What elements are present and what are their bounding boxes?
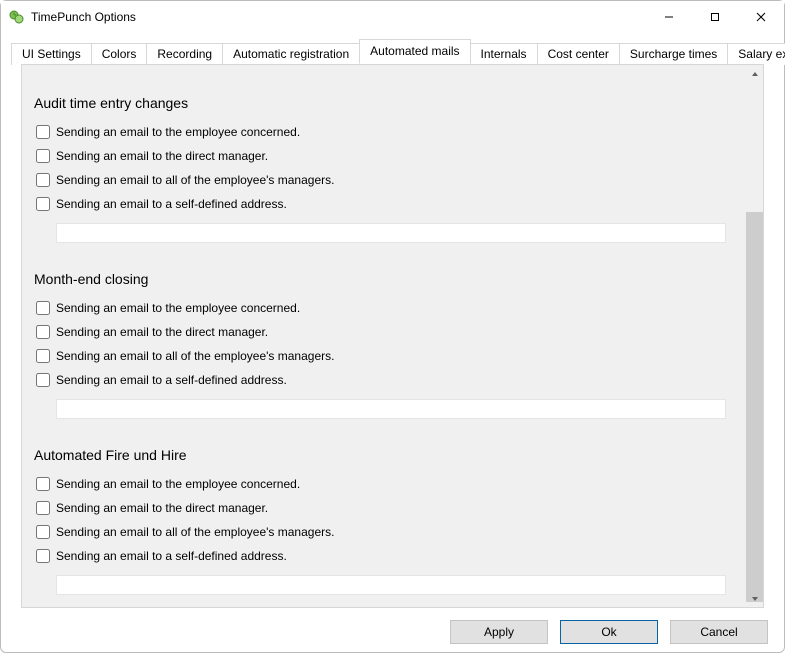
monthend-chk-all-managers[interactable] [36,349,50,363]
tab-internals[interactable]: Internals [470,43,538,65]
monthend-address-input[interactable] [56,399,726,419]
audit-address-input[interactable] [56,223,726,243]
firehire-lbl-all-managers[interactable]: Sending an email to all of the employee'… [56,525,334,539]
vertical-scrollbar[interactable] [746,65,763,607]
close-button[interactable] [738,1,784,33]
audit-lbl-employee[interactable]: Sending an email to the employee concern… [56,125,300,139]
scroll-down-arrow-icon[interactable] [746,590,763,607]
section-title-monthend: Month-end closing [34,271,726,287]
firehire-opt-manager: Sending an email to the direct manager. [34,501,726,515]
tab-colors[interactable]: Colors [91,43,148,65]
monthend-chk-manager[interactable] [36,325,50,339]
audit-lbl-self-address[interactable]: Sending an email to a self-defined addre… [56,197,287,211]
monthend-lbl-all-managers[interactable]: Sending an email to all of the employee'… [56,349,334,363]
tab-cost-center[interactable]: Cost center [537,43,620,65]
scroll-thumb[interactable] [746,212,763,602]
monthend-opt-self-address: Sending an email to a self-defined addre… [34,373,726,387]
dialog-footer: Apply Ok Cancel [1,608,784,656]
window-title: TimePunch Options [31,10,646,24]
monthend-opt-all-managers: Sending an email to all of the employee'… [34,349,726,363]
audit-opt-employee: Sending an email to the employee concern… [34,125,726,139]
firehire-chk-self-address[interactable] [36,549,50,563]
tab-panel: Audit time entry changes Sending an emai… [21,64,764,608]
panel-content: Audit time entry changes Sending an emai… [22,65,746,607]
audit-opt-manager: Sending an email to the direct manager. [34,149,726,163]
audit-opt-all-managers: Sending an email to all of the employee'… [34,173,726,187]
firehire-lbl-manager[interactable]: Sending an email to the direct manager. [56,501,268,515]
scroll-up-arrow-icon[interactable] [746,65,763,82]
tab-ui-settings[interactable]: UI Settings [11,43,92,65]
tab-recording[interactable]: Recording [146,43,223,65]
firehire-chk-manager[interactable] [36,501,50,515]
firehire-opt-all-managers: Sending an email to all of the employee'… [34,525,726,539]
cancel-button[interactable]: Cancel [670,620,768,644]
app-icon [9,9,25,25]
minimize-button[interactable] [646,1,692,33]
scroll-track[interactable] [746,82,763,590]
firehire-opt-self-address: Sending an email to a self-defined addre… [34,549,726,563]
firehire-chk-employee[interactable] [36,477,50,491]
audit-lbl-all-managers[interactable]: Sending an email to all of the employee'… [56,173,334,187]
tabs: UI Settings Colors Recording Automatic r… [11,39,774,64]
window-buttons [646,1,784,33]
monthend-lbl-manager[interactable]: Sending an email to the direct manager. [56,325,268,339]
monthend-lbl-self-address[interactable]: Sending an email to a self-defined addre… [56,373,287,387]
tab-salary-export[interactable]: Salary export [727,43,785,65]
audit-chk-employee[interactable] [36,125,50,139]
section-title-audit: Audit time entry changes [34,95,726,111]
firehire-opt-employee: Sending an email to the employee concern… [34,477,726,491]
firehire-lbl-employee[interactable]: Sending an email to the employee concern… [56,477,300,491]
firehire-chk-all-managers[interactable] [36,525,50,539]
tabs-container: UI Settings Colors Recording Automatic r… [1,33,784,608]
audit-lbl-manager[interactable]: Sending an email to the direct manager. [56,149,268,163]
firehire-address-input[interactable] [56,575,726,595]
monthend-opt-employee: Sending an email to the employee concern… [34,301,726,315]
monthend-lbl-employee[interactable]: Sending an email to the employee concern… [56,301,300,315]
apply-button[interactable]: Apply [450,620,548,644]
monthend-opt-manager: Sending an email to the direct manager. [34,325,726,339]
maximize-button[interactable] [692,1,738,33]
titlebar: TimePunch Options [1,1,784,33]
audit-chk-self-address[interactable] [36,197,50,211]
audit-opt-self-address: Sending an email to a self-defined addre… [34,197,726,211]
firehire-lbl-self-address[interactable]: Sending an email to a self-defined addre… [56,549,287,563]
monthend-chk-employee[interactable] [36,301,50,315]
audit-chk-manager[interactable] [36,149,50,163]
section-title-firehire: Automated Fire und Hire [34,447,726,463]
monthend-chk-self-address[interactable] [36,373,50,387]
ok-button[interactable]: Ok [560,620,658,644]
tab-surcharge-times[interactable]: Surcharge times [619,43,728,65]
audit-chk-all-managers[interactable] [36,173,50,187]
tab-automated-mails[interactable]: Automated mails [359,39,470,64]
tab-automatic-registration[interactable]: Automatic registration [222,43,360,65]
